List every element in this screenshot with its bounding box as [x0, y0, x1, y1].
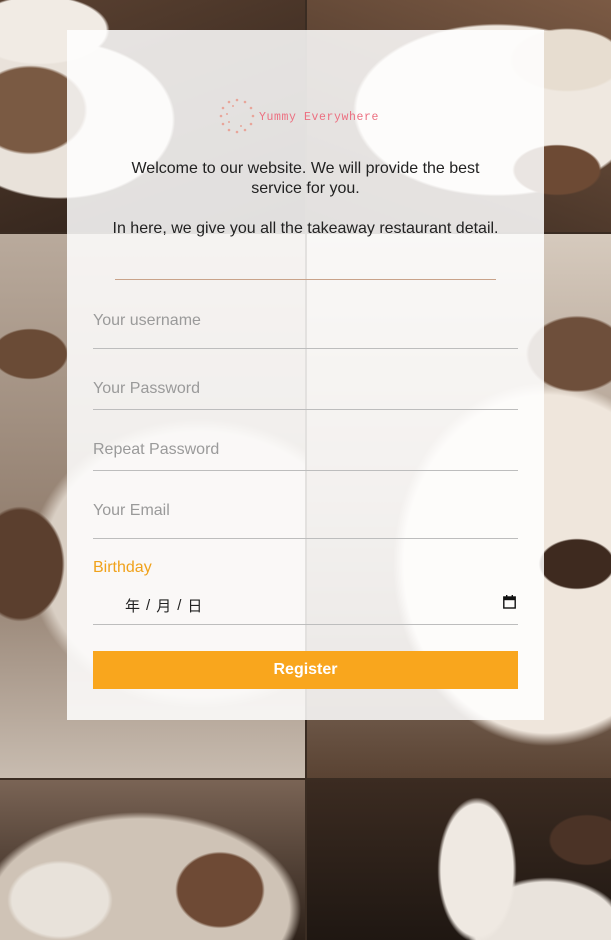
username-input[interactable] [93, 310, 518, 332]
date-day-segment[interactable]: 日 [187, 595, 202, 616]
takeaway-text: In here, we give you all the takeaway re… [112, 220, 499, 237]
background-photo-tile [307, 780, 611, 940]
date-month-segment[interactable]: 月 [156, 595, 171, 616]
email-field [93, 500, 518, 539]
username-field [93, 310, 518, 349]
register-button[interactable]: Register [93, 651, 518, 689]
date-segments: 年 / 月 / 日 [125, 594, 494, 616]
password-input[interactable] [93, 378, 518, 400]
password-field [93, 378, 518, 410]
brand: Yummy Everywhere [217, 96, 379, 136]
date-year-segment[interactable]: 年 [125, 595, 140, 616]
calendar-icon[interactable] [503, 595, 516, 609]
date-separator: / [146, 596, 151, 614]
repeat-password-field [93, 439, 518, 471]
brand-name: Yummy Everywhere [259, 110, 380, 124]
welcome-text: Welcome to our website. We will provide … [131, 160, 480, 197]
divider [115, 279, 496, 280]
birthday-date-input[interactable]: 年 / 月 / 日 [93, 592, 518, 625]
birthday-label: Birthday [93, 559, 152, 576]
dotted-circle-logo-icon [217, 96, 257, 136]
registration-card: Yummy Everywhere Welcome to our website.… [67, 30, 544, 720]
repeat-password-input[interactable] [93, 439, 518, 461]
background-photo-tile [0, 780, 305, 940]
date-separator: / [177, 596, 182, 614]
email-input[interactable] [93, 500, 518, 522]
